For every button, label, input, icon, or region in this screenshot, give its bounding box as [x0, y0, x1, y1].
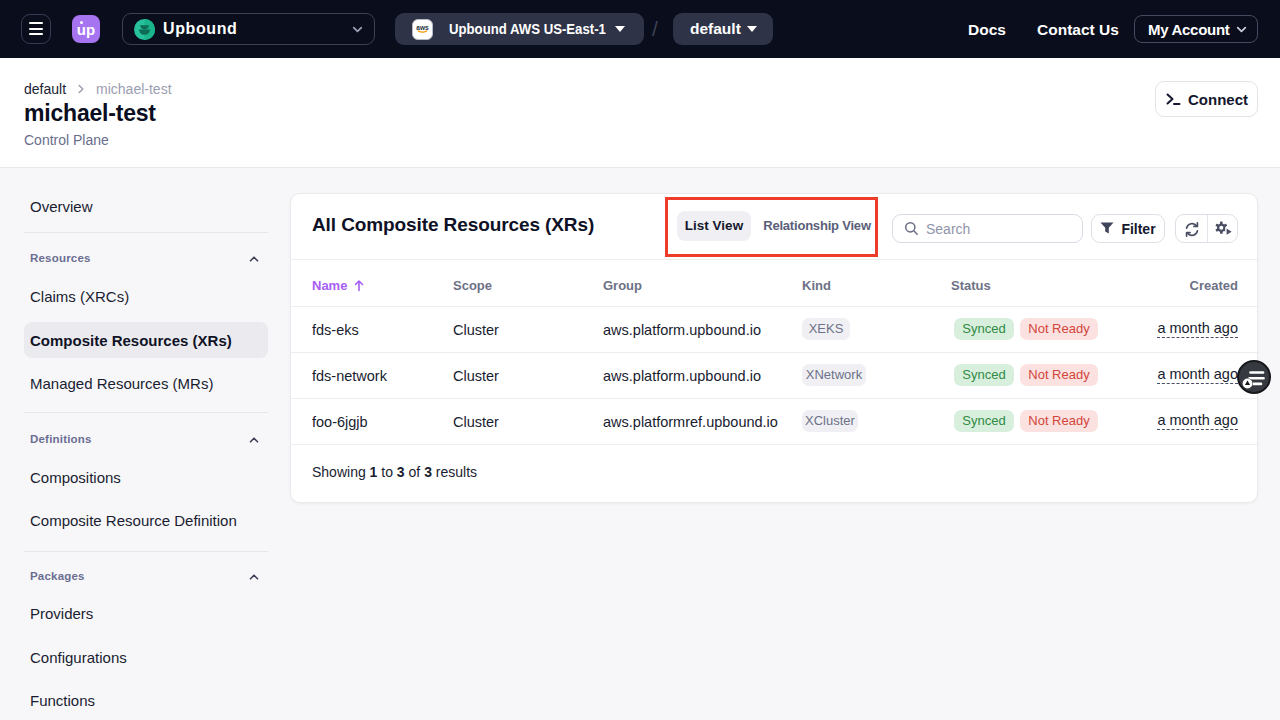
svg-text:aws: aws [416, 23, 429, 30]
